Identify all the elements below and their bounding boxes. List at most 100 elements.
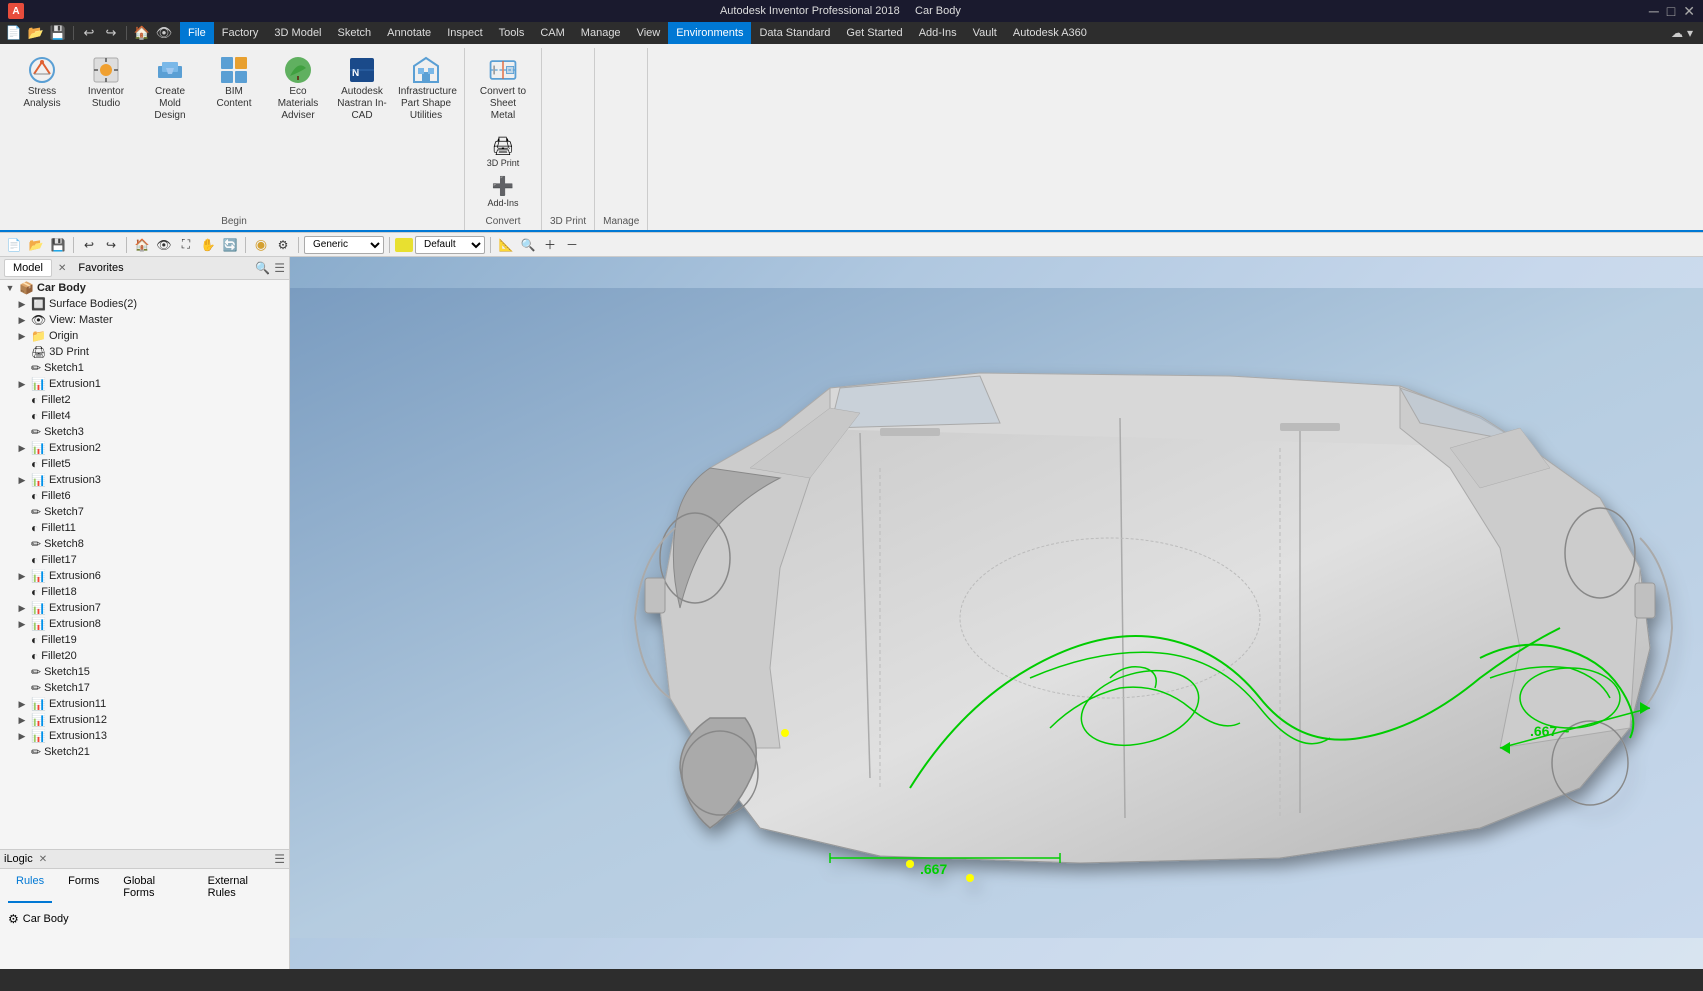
external-rules-tab[interactable]: External Rules — [200, 873, 281, 903]
nastran-button[interactable]: N Autodesk Nastran In-CAD — [332, 52, 392, 124]
tree-item-car-body[interactable]: ▼ 📦 Car Body — [0, 280, 289, 296]
qat-redo-button[interactable]: ↪ — [101, 23, 121, 43]
expand-arrow-extrusion13[interactable]: ▶ — [16, 730, 28, 742]
expand-arrow-car-body[interactable]: ▼ — [4, 282, 16, 294]
tree-item-sketch15[interactable]: ✏ Sketch15 — [0, 664, 289, 680]
tree-item-sketch3[interactable]: ✏ Sketch3 — [0, 424, 289, 440]
maximize-button[interactable]: □ — [1667, 3, 1675, 20]
menu-view[interactable]: View — [629, 22, 669, 44]
ilogic-menu-icon[interactable]: ☰ — [274, 852, 285, 866]
menu-data-standard[interactable]: Data Standard — [751, 22, 838, 44]
tb-redo-btn[interactable]: ↪ — [101, 235, 121, 255]
tree-item-surface-bodies[interactable]: ▶ 🔲 Surface Bodies(2) — [0, 296, 289, 312]
tb-color-btn[interactable] — [395, 238, 413, 252]
forms-tab[interactable]: Forms — [60, 873, 107, 903]
menu-add-ins[interactable]: Add-Ins — [911, 22, 965, 44]
account-button[interactable]: ▾ — [1687, 26, 1693, 40]
tb-rotate-btn[interactable]: 🔄 — [220, 235, 240, 255]
tree-item-sketch21[interactable]: ✏ Sketch21 — [0, 744, 289, 760]
tree-item-sketch17[interactable]: ✏ Sketch17 — [0, 680, 289, 696]
tree-item-sketch8[interactable]: ✏ Sketch8 — [0, 536, 289, 552]
menu-sketch[interactable]: Sketch — [330, 22, 380, 44]
tree-item-origin[interactable]: ▶ 📁 Origin — [0, 328, 289, 344]
tb-analyze-btn[interactable]: 🔍 — [518, 235, 538, 255]
tree-item-extrusion6[interactable]: ▶ 📊 Extrusion6 — [0, 568, 289, 584]
tb-properties-btn[interactable]: ⚙ — [273, 235, 293, 255]
tree-item-extrusion12[interactable]: ▶ 📊 Extrusion12 — [0, 712, 289, 728]
cloud-sync-button[interactable]: ☁ — [1671, 26, 1683, 40]
expand-arrow-extrusion8[interactable]: ▶ — [16, 618, 28, 630]
tree-item-extrusion3[interactable]: ▶ 📊 Extrusion3 — [0, 472, 289, 488]
tb-plus-btn[interactable]: ＋ — [540, 235, 560, 255]
tree-item-view-master[interactable]: ▶ 👁 View: Master — [0, 312, 289, 328]
add-ins-button[interactable]: ➕ Add-Ins — [483, 172, 524, 210]
tree-item-fillet4[interactable]: ◐ Fillet4 — [0, 408, 289, 424]
expand-arrow-extrusion6[interactable]: ▶ — [16, 570, 28, 582]
tree-item-fillet19[interactable]: ◐ Fillet19 — [0, 632, 289, 648]
ilogic-tab-label[interactable]: iLogic — [4, 853, 33, 865]
tree-item-fillet5[interactable]: ◐ Fillet5 — [0, 456, 289, 472]
material-selector[interactable]: Default — [415, 236, 485, 254]
menu-3dmodel[interactable]: 3D Model — [266, 22, 329, 44]
tb-pan-btn[interactable]: ✋ — [198, 235, 218, 255]
create-mold-design-button[interactable]: Create Mold Design — [140, 52, 200, 124]
tree-item-fillet11[interactable]: ◐ Fillet11 — [0, 520, 289, 536]
expand-arrow-extrusion1[interactable]: ▶ — [16, 378, 28, 390]
expand-arrow-extrusion11[interactable]: ▶ — [16, 698, 28, 710]
qat-undo-button[interactable]: ↩ — [79, 23, 99, 43]
bim-content-button[interactable]: BIM Content — [204, 52, 264, 112]
search-icon[interactable]: 🔍 — [255, 261, 270, 275]
tree-item-extrusion11[interactable]: ▶ 📊 Extrusion11 — [0, 696, 289, 712]
tb-new-btn[interactable]: 📄 — [4, 235, 24, 255]
stress-analysis-button[interactable]: Stress Analysis — [12, 52, 72, 112]
tb-save-btn[interactable]: 💾 — [48, 235, 68, 255]
tb-appearance-btn[interactable]: ◉ — [251, 235, 271, 255]
tree-item-extrusion7[interactable]: ▶ 📊 Extrusion7 — [0, 600, 289, 616]
tb-measure-btn[interactable]: 📐 — [496, 235, 516, 255]
expand-arrow-extrusion7[interactable]: ▶ — [16, 602, 28, 614]
tree-item-fillet2[interactable]: ◐ Fillet2 — [0, 392, 289, 408]
tree-item-fillet18[interactable]: ◐ Fillet18 — [0, 584, 289, 600]
tree-item-fillet17[interactable]: ◐ Fillet17 — [0, 552, 289, 568]
expand-arrow-extrusion12[interactable]: ▶ — [16, 714, 28, 726]
ilogic-close[interactable]: ✕ — [39, 854, 47, 865]
viewport[interactable]: .667 .667 ~ X — [290, 257, 1703, 969]
inventor-studio-button[interactable]: Inventor Studio — [76, 52, 136, 112]
tree-item-extrusion1[interactable]: ▶ 📊 Extrusion1 — [0, 376, 289, 392]
qat-open-button[interactable]: 📂 — [26, 23, 46, 43]
infrastructure-button[interactable]: Infrastructure Part Shape Utilities — [396, 52, 456, 124]
tb-look-at-btn[interactable]: 👁 — [154, 235, 174, 255]
tree-item-sketch7[interactable]: ✏ Sketch7 — [0, 504, 289, 520]
expand-arrow-view[interactable]: ▶ — [16, 314, 28, 326]
qat-look-at-button[interactable]: 👁 — [154, 23, 174, 43]
qat-save-button[interactable]: 💾 — [48, 23, 68, 43]
tree-item-fillet20[interactable]: ◐ Fillet20 — [0, 648, 289, 664]
ilogic-car-body-item[interactable]: ⚙ Car Body — [8, 911, 281, 927]
favorites-tab[interactable]: Favorites — [70, 260, 131, 276]
qat-home-button[interactable]: 🏠 — [132, 23, 152, 43]
menu-vault[interactable]: Vault — [965, 22, 1005, 44]
global-forms-tab[interactable]: Global Forms — [115, 873, 191, 903]
tree-item-fillet6[interactable]: ◐ Fillet6 — [0, 488, 289, 504]
expand-arrow-origin[interactable]: ▶ — [16, 330, 28, 342]
menu-environments[interactable]: Environments — [668, 22, 751, 44]
tree-item-3dprint[interactable]: ▶ 🖨 3D Print — [0, 344, 289, 360]
tb-open-btn[interactable]: 📂 — [26, 235, 46, 255]
convert-sheet-metal-button[interactable]: Convert to Sheet Metal — [473, 52, 533, 124]
menu-tools[interactable]: Tools — [491, 22, 533, 44]
model-tab[interactable]: Model — [4, 259, 52, 277]
menu-inspect[interactable]: Inspect — [439, 22, 490, 44]
expand-arrow-extrusion2[interactable]: ▶ — [16, 442, 28, 454]
tree-item-extrusion13[interactable]: ▶ 📊 Extrusion13 — [0, 728, 289, 744]
panel-menu-icon[interactable]: ☰ — [274, 261, 285, 275]
tree-item-extrusion2[interactable]: ▶ 📊 Extrusion2 — [0, 440, 289, 456]
tb-home-btn[interactable]: 🏠 — [132, 235, 152, 255]
expand-arrow-surface[interactable]: ▶ — [16, 298, 28, 310]
qat-new-button[interactable]: 📄 — [4, 23, 24, 43]
tb-zoom-fit-btn[interactable]: ⛶ — [176, 235, 196, 255]
eco-materials-button[interactable]: Eco Materials Adviser — [268, 52, 328, 124]
expand-arrow-extrusion3[interactable]: ▶ — [16, 474, 28, 486]
menu-get-started[interactable]: Get Started — [838, 22, 910, 44]
menu-cam[interactable]: CAM — [532, 22, 572, 44]
tree-item-sketch1[interactable]: ✏ Sketch1 — [0, 360, 289, 376]
